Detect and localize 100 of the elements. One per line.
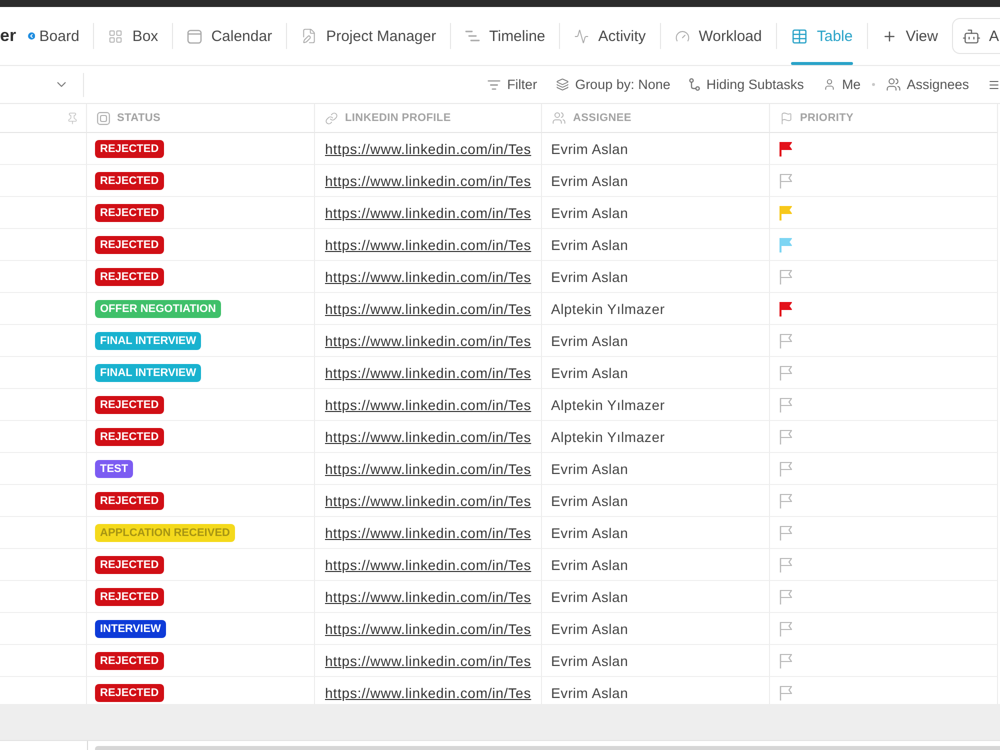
flag-icon[interactable] (779, 460, 793, 476)
assignee-name: Evrim Aslan (551, 172, 628, 188)
assignee-name: Evrim Aslan (551, 236, 628, 252)
profile-link[interactable]: https://www.linkedin.com/in/Tes (325, 396, 532, 412)
assignee-name: Evrim Aslan (551, 364, 628, 380)
robot-icon (962, 26, 981, 46)
flag-icon[interactable] (779, 620, 793, 636)
assignee-name: Alptekin Yılmazer (551, 396, 665, 412)
flag-icon[interactable] (779, 652, 793, 668)
status-tag[interactable]: REJECTED (95, 172, 164, 190)
status-tag[interactable]: REJECTED (95, 396, 164, 414)
column-header: ASSIGNEE (573, 112, 632, 124)
flag-icon[interactable] (779, 332, 793, 348)
profile-link[interactable]: https://www.linkedin.com/in/Tes (325, 268, 532, 284)
flag-icon[interactable] (779, 556, 793, 572)
status-tag[interactable]: REJECTED (95, 204, 164, 222)
assignee-name: Evrim Aslan (551, 588, 628, 604)
assignee-name: Evrim Aslan (551, 492, 628, 508)
assignee-name: Evrim Aslan (551, 524, 628, 540)
toolbar-button[interactable]: Filter (487, 77, 538, 92)
flag-icon[interactable] (779, 396, 793, 412)
profile-link[interactable]: https://www.linkedin.com/in/Tes (325, 172, 532, 188)
profile-link[interactable]: https://www.linkedin.com/in/Tes (325, 492, 532, 508)
profile-link[interactable]: https://www.linkedin.com/in/Tes (325, 300, 532, 316)
column-header: PRIORITY (800, 112, 854, 124)
toolbar-button[interactable]: Me (822, 77, 861, 92)
profile-link[interactable]: https://www.linkedin.com/in/Tes (325, 428, 532, 444)
square-icon (97, 112, 110, 124)
document-edit-icon (301, 28, 318, 44)
flag-icon[interactable] (779, 268, 793, 284)
status-tag[interactable]: INTERVIEW (95, 620, 166, 638)
profile-link[interactable]: https://www.linkedin.com/in/Tes (325, 684, 532, 700)
status-tag[interactable]: REJECTED (95, 556, 164, 574)
assignee-name: Evrim Aslan (551, 204, 628, 220)
link-icon (325, 112, 338, 124)
gauge-icon (674, 28, 690, 44)
profile-link[interactable]: https://www.linkedin.com/in/Tes (325, 588, 532, 604)
flag-icon[interactable] (779, 172, 793, 188)
assignee-name: Alptekin Yılmazer (551, 300, 665, 316)
status-tag[interactable]: REJECTED (95, 652, 164, 670)
toolbar-button[interactable]: Assignees (886, 77, 969, 92)
view-tab[interactable]: Timeline (451, 7, 560, 65)
status-tag[interactable]: REJECTED (95, 268, 164, 286)
assignee-name: Evrim Aslan (551, 684, 628, 700)
flag-icon[interactable] (779, 588, 793, 604)
status-tag[interactable]: REJECTED (95, 236, 164, 254)
plus-icon (882, 28, 897, 44)
toolbar-button[interactable]: Group by: None (556, 77, 670, 92)
status-tag[interactable]: REJECTED (95, 140, 164, 158)
table-icon (790, 28, 808, 44)
assignee-name: Evrim Aslan (551, 652, 628, 668)
status-tag[interactable]: REJECTED (95, 588, 164, 606)
status-tag[interactable]: REJECTED (95, 428, 164, 446)
pulse-icon (574, 28, 590, 44)
view-tab[interactable]: Activity (560, 7, 660, 65)
profile-link[interactable]: https://www.linkedin.com/in/Tes (325, 204, 532, 220)
flag-icon[interactable] (779, 300, 793, 316)
robot-button[interactable]: A (952, 18, 1000, 54)
flag-icon[interactable] (779, 140, 793, 156)
assignee-name: Evrim Aslan (551, 268, 628, 284)
assignee-name: Evrim Aslan (551, 140, 628, 156)
profile-link[interactable]: https://www.linkedin.com/in/Tes (325, 140, 532, 156)
profile-link[interactable]: https://www.linkedin.com/in/Tes (325, 460, 532, 476)
timeline-icon (465, 30, 480, 42)
subtasks-icon (689, 78, 700, 91)
horizontal-scrollbar[interactable] (95, 746, 1000, 750)
person-icon (822, 78, 836, 91)
view-tab[interactable]: Calendar (173, 7, 286, 65)
assignee-name: Evrim Aslan (551, 556, 628, 572)
grid-icon (108, 28, 124, 44)
status-tag[interactable]: REJECTED (95, 492, 164, 510)
flag-icon[interactable] (779, 428, 793, 444)
flag-icon[interactable] (779, 524, 793, 540)
calendar-icon (187, 28, 202, 44)
profile-link[interactable]: https://www.linkedin.com/in/Tes (325, 236, 532, 252)
status-tag[interactable]: REJECTED (95, 684, 164, 702)
profile-link[interactable]: https://www.linkedin.com/in/Tes (325, 524, 532, 540)
profile-link[interactable]: https://www.linkedin.com/in/Tes (325, 620, 532, 636)
view-tab[interactable]: Workload (660, 7, 776, 65)
pin-icon (66, 112, 79, 124)
profile-link[interactable]: https://www.linkedin.com/in/Tes (325, 364, 532, 380)
people-icon (552, 111, 566, 125)
assignee-name: Alptekin Yılmazer (551, 428, 665, 444)
assignee-name: Evrim Aslan (551, 460, 628, 476)
flag-icon (780, 112, 793, 124)
assignee-name: Evrim Aslan (551, 332, 628, 348)
flag-icon[interactable] (779, 684, 793, 700)
people-icon (886, 77, 901, 92)
toolbar-button[interactable]: Hiding Subtasks (689, 77, 804, 92)
view-tab[interactable]: Board (35, 7, 94, 65)
column-header: STATUS (117, 112, 161, 124)
status-tag[interactable]: TEST (95, 460, 134, 478)
view-tab[interactable]: Box (94, 7, 172, 65)
flag-icon[interactable] (779, 492, 793, 508)
profile-link[interactable]: https://www.linkedin.com/in/Tes (325, 332, 532, 348)
add-view-button[interactable]: View (868, 7, 952, 65)
view-tab[interactable]: Project Manager (287, 7, 450, 65)
profile-link[interactable]: https://www.linkedin.com/in/Tes (325, 652, 532, 668)
profile-link[interactable]: https://www.linkedin.com/in/Tes (325, 556, 532, 572)
flag-icon[interactable] (779, 364, 793, 380)
